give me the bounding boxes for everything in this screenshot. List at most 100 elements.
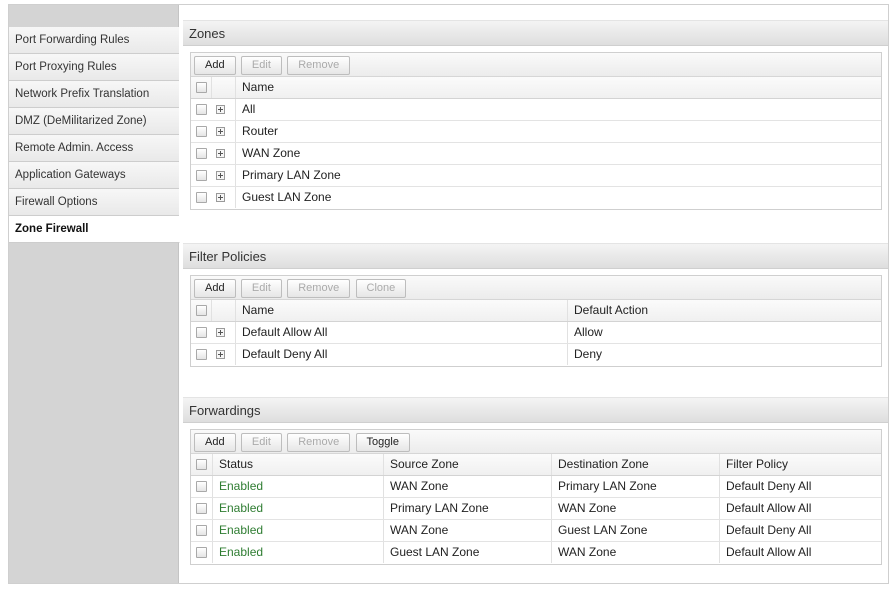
forwardings-column-filter-policy[interactable]: Filter Policy xyxy=(719,454,788,475)
expand-icon[interactable] xyxy=(216,127,225,136)
forwarding-source-zone: Primary LAN Zone xyxy=(383,498,489,519)
forwarding-filter-policy: Default Allow All xyxy=(719,542,811,563)
forwarding-status: Enabled xyxy=(212,520,263,541)
sidebar: Port Forwarding Rules Port Proxying Rule… xyxy=(9,5,180,583)
filter-policy-row[interactable]: Default Allow All Allow xyxy=(191,322,881,344)
sidebar-item-network-prefix-translation[interactable]: Network Prefix Translation xyxy=(9,81,179,108)
sidebar-item-port-proxying-rules[interactable]: Port Proxying Rules xyxy=(9,54,179,81)
forwardings-header-row: Status Source Zone Destination Zone Filt… xyxy=(191,454,881,476)
policy-name: Default Allow All xyxy=(235,322,327,343)
filter-policies-toolbar: Add Edit Remove Clone xyxy=(191,276,881,300)
zones-row[interactable]: Router xyxy=(191,121,881,143)
zones-panel-title: Zones xyxy=(183,20,888,46)
expand-icon[interactable] xyxy=(216,328,225,337)
zones-toolbar: Add Edit Remove xyxy=(191,53,881,77)
sidebar-item-port-forwarding-rules[interactable]: Port Forwarding Rules xyxy=(9,27,179,54)
forwarding-source-zone: WAN Zone xyxy=(383,476,448,497)
filter-policies-header-row: Name Default Action xyxy=(191,300,881,322)
zone-name: WAN Zone xyxy=(235,143,300,164)
filter-policies-column-divider xyxy=(211,300,212,321)
expand-icon[interactable] xyxy=(216,193,225,202)
filter-policies-select-all-checkbox[interactable] xyxy=(196,305,207,316)
zones-add-button[interactable]: Add xyxy=(194,56,236,75)
filter-policy-row[interactable]: Default Deny All Deny xyxy=(191,344,881,366)
expand-icon[interactable] xyxy=(216,105,225,114)
forwarding-destination-zone: WAN Zone xyxy=(551,498,616,519)
forwardings-add-button[interactable]: Add xyxy=(194,433,236,452)
filter-policies-add-button[interactable]: Add xyxy=(194,279,236,298)
policy-name: Default Deny All xyxy=(235,344,327,365)
forwardings-toolbar: Add Edit Remove Toggle xyxy=(191,430,881,454)
zones-row[interactable]: Primary LAN Zone xyxy=(191,165,881,187)
expand-icon[interactable] xyxy=(216,350,225,359)
forwarding-status: Enabled xyxy=(212,498,263,519)
row-checkbox[interactable] xyxy=(196,148,207,159)
filter-policies-edit-button[interactable]: Edit xyxy=(240,279,282,298)
filter-policies-grid: Add Edit Remove Clone Name Default Actio… xyxy=(190,275,882,367)
sidebar-nav: Port Forwarding Rules Port Proxying Rule… xyxy=(9,27,180,243)
main-content: Zones Add Edit Remove Name All Router WA… xyxy=(180,5,889,583)
zone-name: Guest LAN Zone xyxy=(235,187,331,208)
forwarding-filter-policy: Default Allow All xyxy=(719,498,811,519)
forwarding-row[interactable]: Enabled WAN Zone Guest LAN Zone Default … xyxy=(191,520,881,542)
sidebar-item-application-gateways[interactable]: Application Gateways xyxy=(9,162,179,189)
app-frame: Port Forwarding Rules Port Proxying Rule… xyxy=(8,4,889,584)
row-checkbox[interactable] xyxy=(196,104,207,115)
row-checkbox[interactable] xyxy=(196,170,207,181)
forwardings-toggle-button[interactable]: Toggle xyxy=(355,433,410,452)
sidebar-item-zone-firewall[interactable]: Zone Firewall xyxy=(9,216,180,243)
forwarding-status: Enabled xyxy=(212,476,263,497)
forwardings-column-source-zone[interactable]: Source Zone xyxy=(383,454,459,475)
forwardings-edit-button[interactable]: Edit xyxy=(240,433,282,452)
expand-icon[interactable] xyxy=(216,171,225,180)
zones-column-divider xyxy=(211,77,212,98)
zones-grid: Add Edit Remove Name All Router WAN Zone… xyxy=(190,52,882,210)
forwardings-grid: Add Edit Remove Toggle Status Source Zon… xyxy=(190,429,882,565)
row-checkbox[interactable] xyxy=(196,126,207,137)
filter-policies-remove-button[interactable]: Remove xyxy=(287,279,351,298)
row-checkbox[interactable] xyxy=(196,503,207,514)
zones-column-name[interactable]: Name xyxy=(235,77,274,98)
policy-default-action: Allow xyxy=(567,322,603,343)
sidebar-item-firewall-options[interactable]: Firewall Options xyxy=(9,189,179,216)
row-checkbox[interactable] xyxy=(196,192,207,203)
forwarding-row[interactable]: Enabled WAN Zone Primary LAN Zone Defaul… xyxy=(191,476,881,498)
forwardings-remove-button[interactable]: Remove xyxy=(287,433,351,452)
policy-default-action: Deny xyxy=(567,344,602,365)
forwardings-column-status[interactable]: Status xyxy=(212,454,253,475)
zones-row[interactable]: All xyxy=(191,99,881,121)
row-checkbox[interactable] xyxy=(196,525,207,536)
filter-policies-panel: Filter Policies Add Edit Remove Clone Na… xyxy=(183,243,888,367)
zones-remove-button[interactable]: Remove xyxy=(287,56,351,75)
forwardings-panel: Forwardings Add Edit Remove Toggle Statu… xyxy=(183,397,888,565)
expand-icon[interactable] xyxy=(216,149,225,158)
sidebar-item-remote-admin-access[interactable]: Remote Admin. Access xyxy=(9,135,179,162)
forwarding-status: Enabled xyxy=(212,542,263,563)
zone-name: All xyxy=(235,99,255,120)
forwardings-panel-title: Forwardings xyxy=(183,397,888,423)
zones-panel: Zones Add Edit Remove Name All Router WA… xyxy=(183,20,888,210)
filter-policies-column-default-action[interactable]: Default Action xyxy=(567,300,648,321)
filter-policies-column-name[interactable]: Name xyxy=(235,300,274,321)
forwarding-destination-zone: Guest LAN Zone xyxy=(551,520,647,541)
sidebar-item-dmz[interactable]: DMZ (DeMilitarized Zone) xyxy=(9,108,179,135)
zone-name: Primary LAN Zone xyxy=(235,165,341,186)
zones-edit-button[interactable]: Edit xyxy=(240,56,282,75)
filter-policies-panel-title: Filter Policies xyxy=(183,243,888,269)
row-checkbox[interactable] xyxy=(196,327,207,338)
zones-select-all-checkbox[interactable] xyxy=(196,82,207,93)
filter-policies-clone-button[interactable]: Clone xyxy=(355,279,407,298)
forwarding-row[interactable]: Enabled Primary LAN Zone WAN Zone Defaul… xyxy=(191,498,881,520)
row-checkbox[interactable] xyxy=(196,547,207,558)
forwarding-row[interactable]: Enabled Guest LAN Zone WAN Zone Default … xyxy=(191,542,881,564)
row-checkbox[interactable] xyxy=(196,481,207,492)
forwarding-source-zone: WAN Zone xyxy=(383,520,448,541)
forwarding-source-zone: Guest LAN Zone xyxy=(383,542,479,563)
zones-row[interactable]: Guest LAN Zone xyxy=(191,187,881,209)
zones-header-row: Name xyxy=(191,77,881,99)
forwardings-select-all-checkbox[interactable] xyxy=(196,459,207,470)
row-checkbox[interactable] xyxy=(196,349,207,360)
forwardings-column-destination-zone[interactable]: Destination Zone xyxy=(551,454,649,475)
zones-row[interactable]: WAN Zone xyxy=(191,143,881,165)
forwarding-filter-policy: Default Deny All xyxy=(719,520,811,541)
